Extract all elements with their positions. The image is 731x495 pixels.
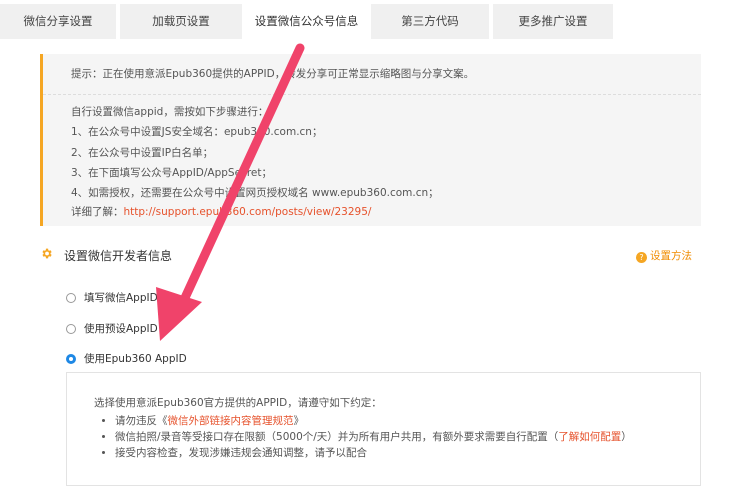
notice-box: 提示：正在使用意派Epub360提供的APPID，转发分享可正常显示缩略图与分享…: [40, 54, 701, 226]
help-link-label: 设置方法: [650, 250, 692, 262]
notice-step: 1、在公众号中设置JS安全域名：epub360.com.cn；: [71, 126, 323, 138]
rules-list: 请勿违反《微信外部链接内容管理规范》 微信拍照/录音等受接口存在限额（5000个…: [99, 413, 632, 461]
rule-text: ）: [621, 431, 632, 443]
notice-step: 2、在公众号中设置IP白名单；: [71, 147, 214, 159]
radio-label: 使用预设AppID: [84, 323, 158, 335]
tab-third-party-code[interactable]: 第三方代码: [371, 4, 489, 39]
radio-preset-appid[interactable]: 使用预设AppID: [66, 321, 158, 335]
rule-text: 请勿违反《: [115, 415, 168, 427]
radio-checked-icon[interactable]: [66, 354, 76, 364]
radio-fill-appid[interactable]: 填写微信AppID: [66, 290, 158, 304]
list-item: 微信拍照/录音等受接口存在限额（5000个/天）并为所有用户共用，有额外要求需要…: [115, 429, 632, 445]
notice-detail: 详细了解：http://support.epub360.com/posts/vi…: [71, 204, 371, 219]
tabbar-spacer: [613, 4, 731, 39]
notice-intro: 自行设置微信appid，需按如下步骤进行：: [71, 106, 269, 118]
section-title: 设置微信开发者信息: [64, 249, 173, 263]
rule-text: 接受内容检查，发现涉嫌违规会通知调整，请予以配合: [115, 447, 367, 459]
radio-label: 使用Epub360 AppID: [84, 353, 187, 365]
info-box: 选择使用意派Epub360官方提供的APPID，请遵守如下约定： 请勿违反《微信…: [66, 372, 701, 486]
config-help-link[interactable]: 了解如何配置: [558, 431, 621, 443]
notice-detail-label: 详细了解：: [71, 206, 124, 218]
notice-step: 4、如需授权，还需要在公众号中设置网页授权域名 www.epub360.com.…: [71, 187, 439, 199]
notice-tip: 提示：正在使用意派Epub360提供的APPID，转发分享可正常显示缩略图与分享…: [71, 68, 475, 80]
content-policy-link[interactable]: 微信外部链接内容管理规范: [168, 415, 294, 427]
radio-label: 填写微信AppID: [84, 292, 158, 304]
support-link[interactable]: http://support.epub360.com/posts/view/23…: [124, 206, 372, 218]
help-link[interactable]: ? 设置方法: [636, 248, 692, 263]
tab-bar: 微信分享设置 加载页设置 设置微信公众号信息 第三方代码 更多推广设置: [0, 0, 731, 39]
list-item: 接受内容检查，发现涉嫌违规会通知调整，请予以配合: [115, 445, 632, 461]
radio-circle-icon[interactable]: [66, 324, 76, 334]
list-item: 请勿违反《微信外部链接内容管理规范》: [115, 413, 632, 429]
tab-more-promotion[interactable]: 更多推广设置: [493, 4, 613, 39]
notice-divider: [43, 94, 701, 95]
gear-icon: [42, 248, 52, 259]
rule-text: 》: [293, 415, 305, 427]
rule-text: 微信拍照/录音等受接口存在限额（5000个/天）并为所有用户共用，有额外要求需要…: [115, 431, 559, 443]
radio-epub360-appid[interactable]: 使用Epub360 AppID: [66, 351, 187, 365]
arrow-head: [156, 287, 202, 341]
info-intro: 选择使用意派Epub360官方提供的APPID，请遵守如下约定：: [94, 397, 382, 409]
question-icon: ?: [636, 252, 647, 263]
radio-circle-icon[interactable]: [66, 293, 76, 303]
tab-wechat-account[interactable]: 设置微信公众号信息: [246, 4, 367, 39]
tab-wechat-share[interactable]: 微信分享设置: [0, 4, 116, 39]
notice-step: 3、在下面填写公众号AppID/AppSecret；: [71, 167, 272, 179]
tab-loading-page[interactable]: 加载页设置: [120, 4, 242, 39]
